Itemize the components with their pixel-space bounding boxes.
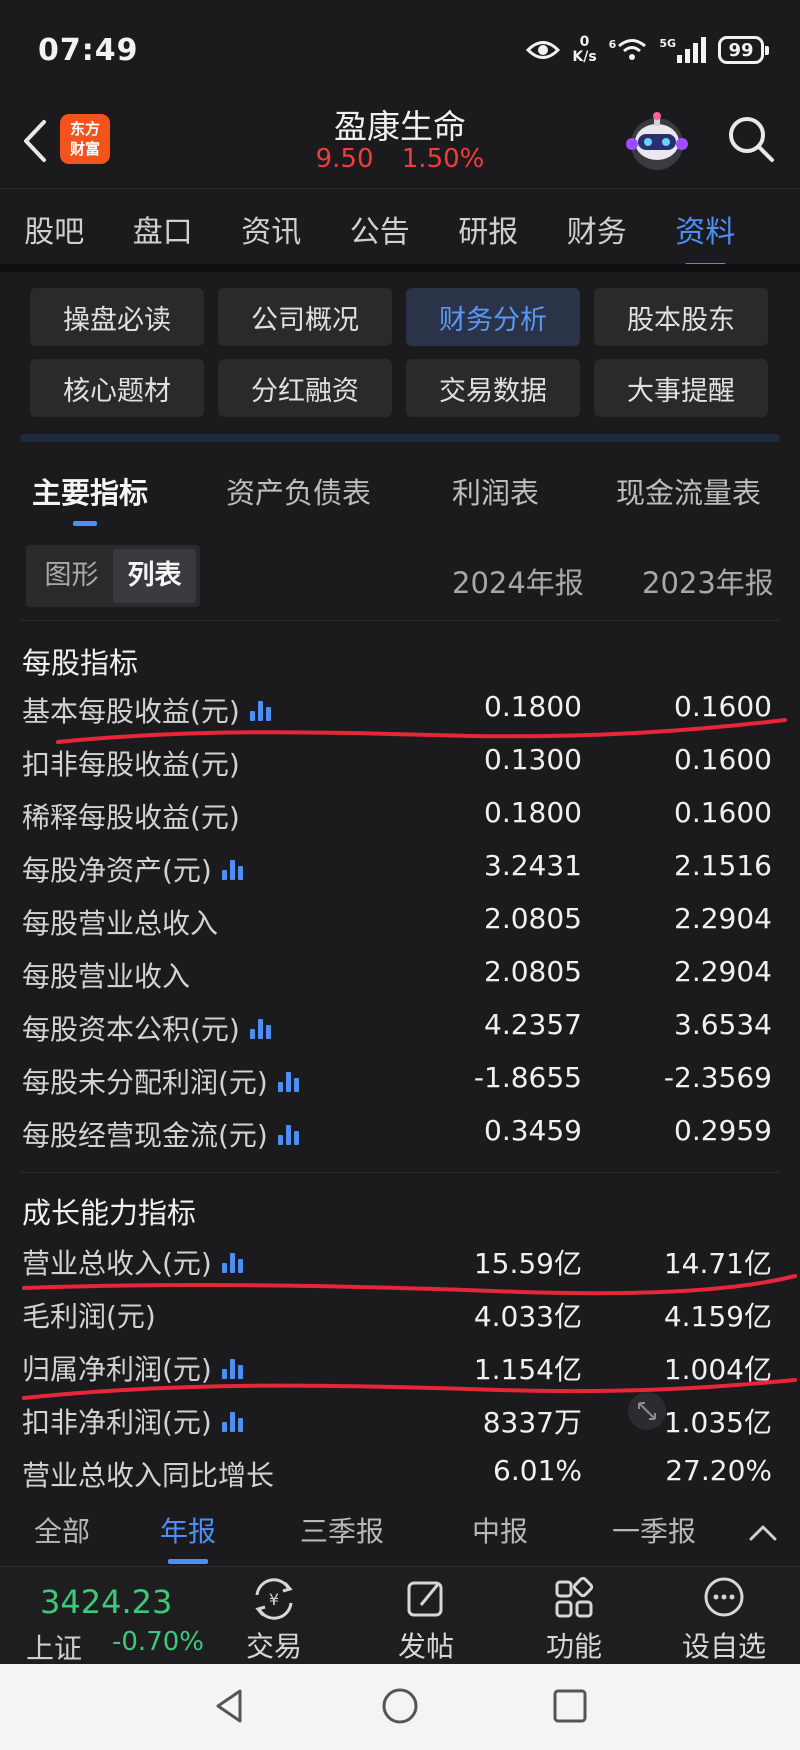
system-navigation-bar (0, 1664, 800, 1750)
section-divider (0, 264, 800, 272)
eye-icon (526, 39, 561, 61)
tab-profile[interactable]: 资料 (651, 203, 760, 267)
sub-menu-financial-analysis[interactable]: 财务分析 (406, 288, 580, 346)
search-icon[interactable] (726, 114, 776, 164)
status-icons: 0 K/s 6 5G 99 (526, 34, 769, 65)
table-row[interactable]: 每股经营现金流(元) 0.3459 0.2959 (0, 1108, 800, 1160)
stock-change: 1.50% (401, 144, 485, 174)
scroll-indicator (20, 434, 780, 442)
group-title-per-share: 每股指标 (22, 646, 139, 680)
group-title-growth: 成长能力指标 (22, 1196, 197, 1230)
bar-chart-icon[interactable] (277, 1070, 300, 1092)
bar-chart-icon[interactable] (277, 1123, 300, 1145)
stock-price: 9.50 (315, 144, 374, 174)
profile-sub-menu: 操盘必读 公司概况 财务分析 股本股东 核心题材 分红融资 交易数据 大事提醒 (30, 288, 770, 417)
nav-functions[interactable]: 功能 (529, 1575, 619, 1665)
nav-home-icon[interactable] (380, 1686, 420, 1726)
tab-income-statement[interactable]: 利润表 (452, 470, 539, 512)
trade-icon: ¥ (255, 1578, 293, 1620)
table-row[interactable]: 每股净资产(元) 3.2431 2.1516 (0, 843, 800, 895)
sub-menu-dividends[interactable]: 分红融资 (218, 359, 392, 417)
sub-menu-events[interactable]: 大事提醒 (594, 359, 768, 417)
sub-menu-must-read[interactable]: 操盘必读 (30, 288, 204, 346)
status-bar: 07:49 0 K/s 6 5G 99 (0, 0, 800, 100)
apps-grid-icon (555, 1576, 594, 1618)
period-header-2: 2023年报 (642, 566, 774, 600)
view-toggle: 图形 列表 (26, 545, 200, 607)
tab-finance[interactable]: 财务 (543, 203, 652, 251)
tab-cash-flow[interactable]: 现金流量表 (616, 470, 761, 512)
table-row[interactable]: 营业总收入(元) 15.59亿 14.71亿 (0, 1236, 800, 1288)
period-tab-annual[interactable]: 年报 (160, 1510, 216, 1564)
main-tabs: 股吧 盘口 资讯 公告 研报 财务 资料 (0, 188, 800, 267)
more-circle-icon (704, 1577, 744, 1617)
sub-menu-trading-data[interactable]: 交易数据 (406, 359, 580, 417)
tab-balance-sheet[interactable]: 资产负债表 (226, 470, 371, 512)
bar-chart-icon[interactable] (221, 1251, 244, 1273)
chevron-up-icon[interactable] (748, 1522, 778, 1542)
net-speed: 0 K/s (572, 34, 597, 65)
expand-handle[interactable] (628, 1392, 666, 1430)
sub-menu-shareholders[interactable]: 股本股东 (594, 288, 768, 346)
nav-recents-icon[interactable] (550, 1686, 590, 1726)
table-row[interactable]: 基本每股收益(元) 0.1800 0.1600 (0, 684, 800, 736)
nav-watchlist[interactable]: 设自选 (679, 1575, 769, 1665)
financial-tabs: 主要指标 资产负债表 利润表 现金流量表 (0, 448, 800, 528)
table-row[interactable]: 稀释每股收益(元) 0.1800 0.1600 (0, 790, 800, 842)
table-row[interactable]: 每股营业总收入 2.0805 2.2904 (0, 896, 800, 948)
sub-menu-core-themes[interactable]: 核心题材 (30, 359, 204, 417)
tab-key-indicators[interactable]: 主要指标 (32, 470, 148, 526)
table-row[interactable]: 扣非净利润(元) 8337万 1.035亿 (0, 1395, 800, 1447)
sub-menu-company-overview[interactable]: 公司概况 (218, 288, 392, 346)
table-row[interactable]: 每股未分配利润(元) -1.8655 -2.3569 (0, 1055, 800, 1107)
battery-icon: 99 (718, 36, 769, 64)
view-graph-button[interactable]: 图形 (30, 549, 113, 603)
status-time: 07:49 (38, 32, 139, 68)
tab-guba[interactable]: 股吧 (0, 203, 109, 251)
table-row[interactable]: 营业总收入同比增长 6.01% 27.20% (0, 1448, 800, 1500)
robot-assistant-icon[interactable] (620, 104, 694, 178)
bar-chart-icon[interactable] (249, 699, 272, 721)
divider (20, 620, 780, 621)
table-row[interactable]: 归属净利润(元) 1.154亿 1.004亿 (0, 1342, 800, 1394)
period-tabs: 全部 年报 三季报 中报 一季报 (0, 1498, 800, 1570)
bottom-toolbar: 3424.23 上证 -0.70% ¥ 交易 发帖 功能 设自选 (0, 1566, 800, 1665)
period-tab-all[interactable]: 全部 (34, 1510, 90, 1550)
index-name: 上证 (26, 1632, 83, 1665)
bar-chart-icon[interactable] (221, 858, 244, 880)
compose-icon (407, 1581, 443, 1617)
nav-trade[interactable]: ¥ 交易 (229, 1575, 319, 1665)
period-tab-q1[interactable]: 一季报 (612, 1510, 696, 1550)
period-tab-q3[interactable]: 三季报 (300, 1510, 384, 1550)
bar-chart-icon[interactable] (221, 1357, 244, 1379)
period-tab-interim[interactable]: 中报 (472, 1510, 528, 1550)
view-list-button[interactable]: 列表 (113, 549, 196, 603)
table-row[interactable]: 每股营业收入 2.0805 2.2904 (0, 949, 800, 1001)
table-row[interactable]: 毛利润(元) 4.033亿 4.159亿 (0, 1289, 800, 1341)
bar-chart-icon[interactable] (221, 1410, 244, 1432)
period-header-1: 2024年报 (452, 566, 584, 600)
expand-arrows-icon (638, 1402, 656, 1420)
table-row[interactable]: 扣非每股收益(元) 0.1300 0.1600 (0, 737, 800, 789)
tab-news[interactable]: 资讯 (217, 203, 326, 251)
tab-announcements[interactable]: 公告 (326, 203, 435, 251)
bar-chart-icon[interactable] (249, 1017, 272, 1039)
index-value: 3424.23 (40, 1583, 173, 1621)
cell-signal-icon: 5G (659, 37, 706, 63)
table-row[interactable]: 每股资本公积(元) 4.2357 3.6534 (0, 1002, 800, 1054)
tab-research[interactable]: 研报 (434, 203, 543, 251)
index-change: -0.70% (112, 1627, 204, 1657)
tab-pankou[interactable]: 盘口 (109, 203, 218, 251)
svg-text:¥: ¥ (269, 1590, 279, 1609)
stock-header: 东方 财富 盈康生命 9.50 1.50% (0, 100, 800, 188)
divider (20, 1172, 780, 1173)
nav-back-icon[interactable] (210, 1686, 250, 1726)
nav-post[interactable]: 发帖 (381, 1575, 471, 1665)
wifi-icon: 6 (609, 38, 648, 62)
